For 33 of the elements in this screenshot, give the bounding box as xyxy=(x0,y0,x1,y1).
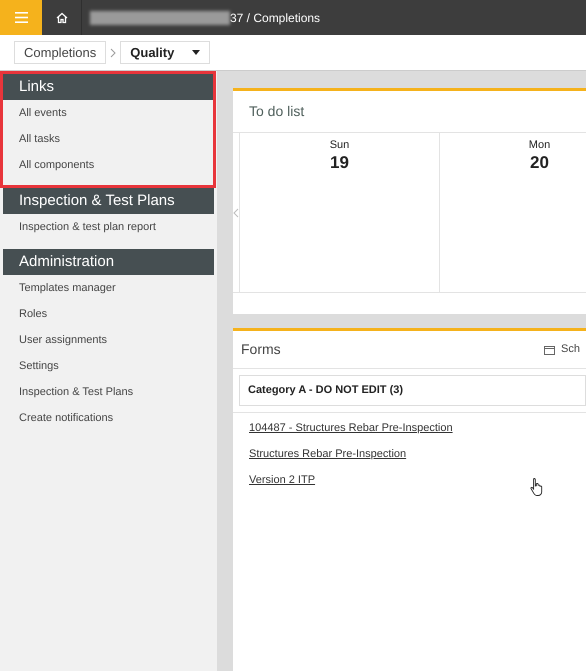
hand-cursor-icon xyxy=(530,476,545,496)
section-header: Inspection & Test Plans xyxy=(3,188,214,214)
category-header[interactable]: Category A - DO NOT EDIT (3) xyxy=(239,375,586,406)
module-dropdown[interactable]: Quality xyxy=(120,41,210,64)
form-link[interactable]: Structures Rebar Pre-Inspection xyxy=(233,440,586,466)
sidebar-link[interactable]: All tasks xyxy=(3,126,213,152)
breadcrumb-button[interactable]: Completions xyxy=(14,41,106,64)
home-icon xyxy=(56,12,68,24)
caret-icon xyxy=(192,50,200,55)
sidebar-link[interactable]: Templates manager xyxy=(3,275,214,301)
sidebar-link[interactable]: Create notifications xyxy=(3,405,214,431)
sidebar-link[interactable]: Settings xyxy=(3,353,214,379)
card-title: To do list xyxy=(233,91,586,133)
chevron-right-icon xyxy=(110,48,116,58)
sidebar-link[interactable]: Roles xyxy=(3,301,214,327)
sidebar-link[interactable]: Inspection & Test Plans xyxy=(3,379,214,405)
section-header: Administration xyxy=(3,249,214,275)
day-name: Mon xyxy=(528,138,552,153)
calendar-icon[interactable] xyxy=(544,344,556,354)
day-name: Sun xyxy=(328,138,350,153)
form-link[interactable]: Version 2 ITP xyxy=(233,466,586,492)
form-link[interactable]: 104487 - Structures Rebar Pre-Inspection xyxy=(233,414,586,440)
sidebar-link[interactable]: All events xyxy=(3,100,213,126)
sidebar-link[interactable]: User assignments xyxy=(3,327,214,353)
schedule-link[interactable]: Sch xyxy=(561,341,580,358)
section-header: Links xyxy=(3,74,213,100)
day-number: 19 xyxy=(329,154,350,170)
menu-icon xyxy=(14,12,28,23)
sidebar-link[interactable]: Inspection & test plan report xyxy=(3,214,214,240)
breadcrumb-path: 37 / Completions xyxy=(230,10,320,26)
card-title: Forms xyxy=(241,340,281,359)
day-number: 20 xyxy=(529,154,550,170)
sidebar-link[interactable]: All components xyxy=(3,152,213,178)
